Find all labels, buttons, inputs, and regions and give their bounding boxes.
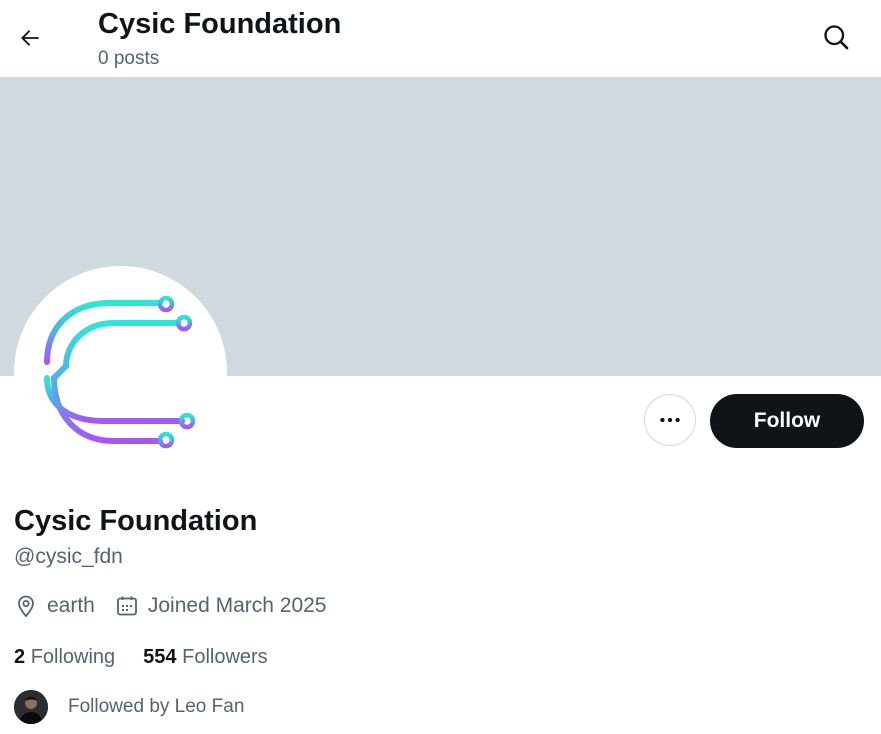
post-count: 0 posts bbox=[98, 48, 160, 69]
more-horizontal-icon bbox=[660, 417, 680, 423]
followers-label: Followers bbox=[182, 646, 268, 668]
back-button[interactable] bbox=[10, 18, 50, 58]
profile-display-name: Cysic Foundation bbox=[14, 505, 258, 537]
follow-stats: 2 Following 554 Followers bbox=[14, 644, 296, 670]
following-link[interactable]: 2 Following bbox=[14, 644, 115, 670]
more-options-button[interactable] bbox=[644, 394, 696, 446]
search-icon bbox=[824, 25, 849, 50]
followers-link[interactable]: 554 Followers bbox=[143, 644, 268, 670]
location-pin-icon bbox=[18, 595, 34, 618]
location-item: earth bbox=[14, 594, 95, 618]
location-text: earth bbox=[47, 594, 95, 617]
profile-header: Cysic Foundation 0 posts bbox=[0, 0, 881, 77]
profile-meta: earth Joined March 2025 bbox=[14, 592, 347, 620]
follow-button[interactable]: Follow bbox=[710, 394, 864, 448]
follower-avatar bbox=[14, 690, 48, 724]
cysic-logo bbox=[44, 295, 196, 449]
profile-handle: @cysic_fdn bbox=[14, 545, 123, 568]
calendar-icon bbox=[116, 596, 137, 616]
person-photo-icon bbox=[14, 690, 48, 724]
following-label: Following bbox=[30, 646, 116, 668]
followed-by-text: Followed by Leo Fan bbox=[68, 696, 245, 717]
joined-text: Joined March 2025 bbox=[147, 594, 327, 617]
followed-by-row[interactable]: Followed by Leo Fan bbox=[14, 690, 244, 724]
following-count: 2 bbox=[14, 646, 26, 668]
arrow-left-icon bbox=[21, 30, 39, 46]
search-button[interactable] bbox=[816, 17, 856, 57]
profile-avatar[interactable] bbox=[14, 266, 227, 479]
followers-count: 554 bbox=[143, 646, 177, 668]
joined-item: Joined March 2025 bbox=[115, 594, 327, 618]
header-title: Cysic Foundation bbox=[98, 8, 342, 40]
